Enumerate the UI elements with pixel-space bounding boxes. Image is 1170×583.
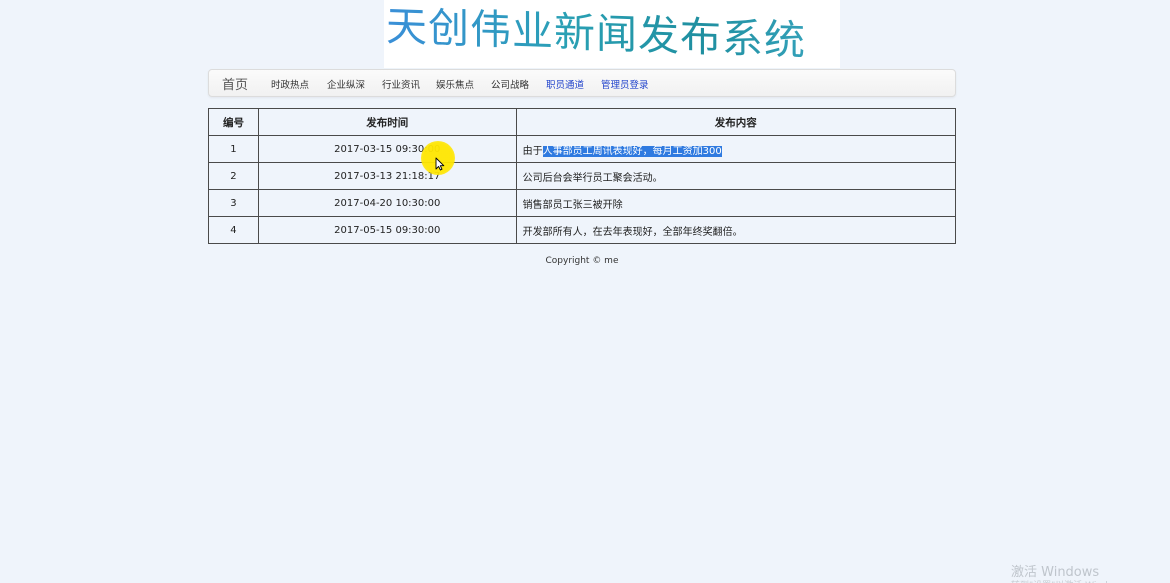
cell-time: 2017-03-15 09:30:00 [257, 135, 517, 163]
column-header-id: 编号 [208, 108, 259, 136]
cell-content: 销售部员工张三被开除 [515, 189, 957, 217]
site-title: 天创伟业新闻发布系统 [386, 0, 838, 68]
column-header-time: 发布时间 [257, 108, 517, 136]
site-banner: 天创伟业新闻发布系统 [384, 0, 840, 68]
nav-home-link[interactable]: 首页 [222, 74, 248, 93]
nav-item-politics[interactable]: 时政热点 [271, 77, 309, 91]
table-row: 3 2017-04-20 10:30:00 销售部员工张三被开除 [208, 189, 957, 217]
selected-text[interactable]: 人事部员工周讯表现好，每月工资加300 [542, 145, 722, 157]
cell-content: 开发部所有人，在去年表现好，全部年终奖翻倍。 [515, 216, 957, 244]
news-table: 编号 发布时间 发布内容 1 2017-03-15 09:30:00 由于人事部… [208, 108, 957, 244]
table-row: 2 2017-03-13 21:18:17 公司后台会举行员工聚会活动。 [208, 162, 957, 190]
watermark-subtext: 转到"设置"以激活 Windows。 [1011, 578, 1161, 583]
cell-content-prefix: 由于 [522, 145, 543, 157]
cell-time: 2017-03-13 21:18:17 [257, 162, 517, 190]
table-row: 1 2017-03-15 09:30:00 由于人事部员工周讯表现好，每月工资加… [208, 135, 957, 163]
cell-content: 由于人事部员工周讯表现好，每月工资加300 [515, 135, 957, 163]
cell-id: 1 [208, 135, 259, 163]
table-row: 4 2017-05-15 09:30:00 开发部所有人，在去年表现好，全部年终… [208, 216, 957, 244]
mouse-pointer-icon [435, 157, 445, 171]
table-header-row: 编号 发布时间 发布内容 [208, 108, 957, 136]
nav-item-entertainment[interactable]: 娱乐焦点 [436, 77, 474, 91]
nav-item-admin-login[interactable]: 管理员登录 [601, 77, 649, 91]
cell-time: 2017-05-15 09:30:00 [257, 216, 517, 244]
cell-id: 4 [208, 216, 259, 244]
cell-id: 2 [208, 162, 259, 190]
cell-time: 2017-04-20 10:30:00 [257, 189, 517, 217]
nav-item-staff-channel[interactable]: 职员通道 [546, 77, 584, 91]
nav-item-enterprise[interactable]: 企业纵深 [327, 77, 365, 91]
cell-content: 公司后台会举行员工聚会活动。 [515, 162, 957, 190]
nav-item-industry[interactable]: 行业资讯 [382, 77, 420, 91]
column-header-content: 发布内容 [515, 108, 957, 136]
footer-copyright: Copyright © me [545, 256, 619, 266]
top-navbar: 首页 时政热点 企业纵深 行业资讯 娱乐焦点 公司战略 职员通道 管理员登录 [208, 69, 956, 97]
cell-id: 3 [208, 189, 259, 217]
nav-item-strategy[interactable]: 公司战略 [491, 77, 529, 91]
